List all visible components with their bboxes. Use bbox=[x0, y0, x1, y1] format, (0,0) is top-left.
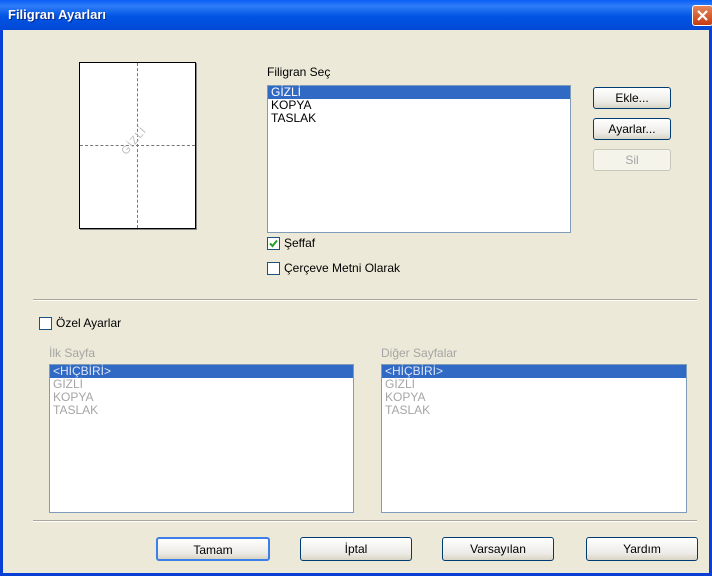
footer-divider bbox=[33, 520, 697, 522]
ok-button[interactable]: Tamam bbox=[156, 537, 270, 561]
list-item[interactable]: <HİÇBİRİ> bbox=[50, 365, 353, 378]
delete-button[interactable]: Sil bbox=[593, 149, 671, 171]
list-item[interactable]: GİZLİ bbox=[268, 86, 570, 99]
watermark-preview: GİZLİ bbox=[79, 62, 196, 229]
transparent-checkbox[interactable] bbox=[267, 237, 280, 250]
close-icon[interactable] bbox=[692, 5, 712, 26]
title-bar[interactable]: Filigran Ayarları bbox=[0, 0, 712, 30]
other-pages-label: Diğer Sayfalar bbox=[381, 346, 458, 360]
list-item[interactable]: GİZLİ bbox=[382, 378, 686, 391]
list-item[interactable]: GİZLİ bbox=[50, 378, 353, 391]
watermark-listbox[interactable]: GİZLİ KOPYA TASLAK bbox=[267, 85, 571, 233]
outline-text-checkbox[interactable] bbox=[267, 262, 280, 275]
list-item[interactable]: TASLAK bbox=[268, 112, 570, 125]
transparent-label: Şeffaf bbox=[284, 236, 316, 250]
list-item[interactable]: TASLAK bbox=[50, 404, 353, 417]
custom-settings-checkbox[interactable] bbox=[39, 317, 52, 330]
custom-settings-label: Özel Ayarlar bbox=[56, 316, 122, 330]
preview-watermark-text: GİZLİ bbox=[119, 124, 150, 158]
cancel-button[interactable]: İptal bbox=[300, 537, 412, 561]
divider bbox=[33, 299, 697, 301]
watermark-list-label: Filigran Seç bbox=[267, 65, 331, 79]
outline-text-label: Çerçeve Metni Olarak bbox=[284, 261, 401, 275]
add-button[interactable]: Ekle... bbox=[593, 87, 671, 109]
list-item[interactable]: TASLAK bbox=[382, 404, 686, 417]
list-item[interactable]: <HİÇBİRİ> bbox=[382, 365, 686, 378]
other-pages-listbox[interactable]: <HİÇBİRİ> GİZLİ KOPYA TASLAK bbox=[381, 364, 687, 513]
first-page-listbox[interactable]: <HİÇBİRİ> GİZLİ KOPYA TASLAK bbox=[49, 364, 354, 513]
first-page-label: İlk Sayfa bbox=[49, 346, 96, 360]
window-title: Filigran Ayarları bbox=[8, 7, 107, 22]
help-button[interactable]: Yardım bbox=[586, 537, 698, 561]
watermark-settings-dialog: Filigran Ayarları GİZLİ Filigran Seç GİZ… bbox=[0, 0, 712, 576]
defaults-button[interactable]: Varsayılan bbox=[442, 537, 554, 561]
checkmark-icon bbox=[269, 239, 278, 248]
settings-button[interactable]: Ayarlar... bbox=[593, 118, 671, 140]
